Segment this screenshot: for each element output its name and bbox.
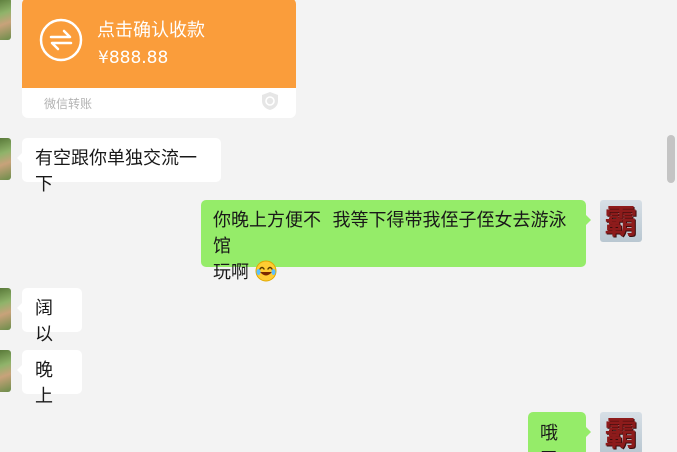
contact-avatar[interactable] bbox=[0, 350, 11, 392]
message-text-line2: 玩啊 bbox=[213, 260, 574, 286]
contact-avatar[interactable] bbox=[0, 0, 11, 40]
my-avatar-glyph: 霸 bbox=[604, 201, 638, 241]
message-text: 哦了 bbox=[540, 423, 558, 452]
contact-avatar[interactable] bbox=[0, 288, 11, 330]
message-text: 有空跟你单独交流一下 bbox=[35, 148, 197, 195]
message-bubble-incoming[interactable]: 有空跟你单独交流一下 bbox=[17, 138, 221, 195]
transfer-card[interactable]: 点击确认收款 ¥888.88 微信转账 bbox=[22, 0, 296, 118]
message-text-continuation: 玩啊 bbox=[213, 262, 249, 283]
my-avatar[interactable]: 霸 bbox=[600, 412, 642, 452]
contact-avatar[interactable] bbox=[0, 138, 11, 180]
transfer-arrows-icon bbox=[39, 18, 83, 62]
transfer-title: 点击确认收款 bbox=[97, 20, 205, 41]
transfer-source-label: 微信转账 bbox=[44, 97, 93, 111]
laughing-tears-emoji bbox=[255, 260, 277, 282]
message-bubble-incoming[interactable]: 晚上 bbox=[17, 350, 82, 407]
chat-window: 点击确认收款 ¥888.88 微信转账 有空跟你单独交流一下 你晚上方便不 我等… bbox=[0, 0, 677, 452]
message-bubble-outgoing[interactable]: 你晚上方便不 我等下得带我侄子侄女去游泳馆 玩啊 bbox=[201, 200, 591, 283]
transfer-amount: ¥888.88 bbox=[98, 48, 169, 68]
message-bubble-incoming[interactable]: 阔以 bbox=[17, 288, 82, 345]
message-text: 晚上 bbox=[35, 360, 53, 407]
my-avatar[interactable]: 霸 bbox=[600, 200, 642, 242]
message-text: 阔以 bbox=[35, 298, 53, 345]
my-avatar-glyph: 霸 bbox=[604, 413, 638, 452]
message-bubble-outgoing[interactable]: 哦了 bbox=[528, 412, 591, 452]
chat-scrollbar[interactable] bbox=[667, 135, 675, 183]
message-text: 你晚上方便不 我等下得带我侄子侄女去游泳馆 bbox=[213, 210, 567, 257]
shield-icon bbox=[262, 92, 278, 110]
